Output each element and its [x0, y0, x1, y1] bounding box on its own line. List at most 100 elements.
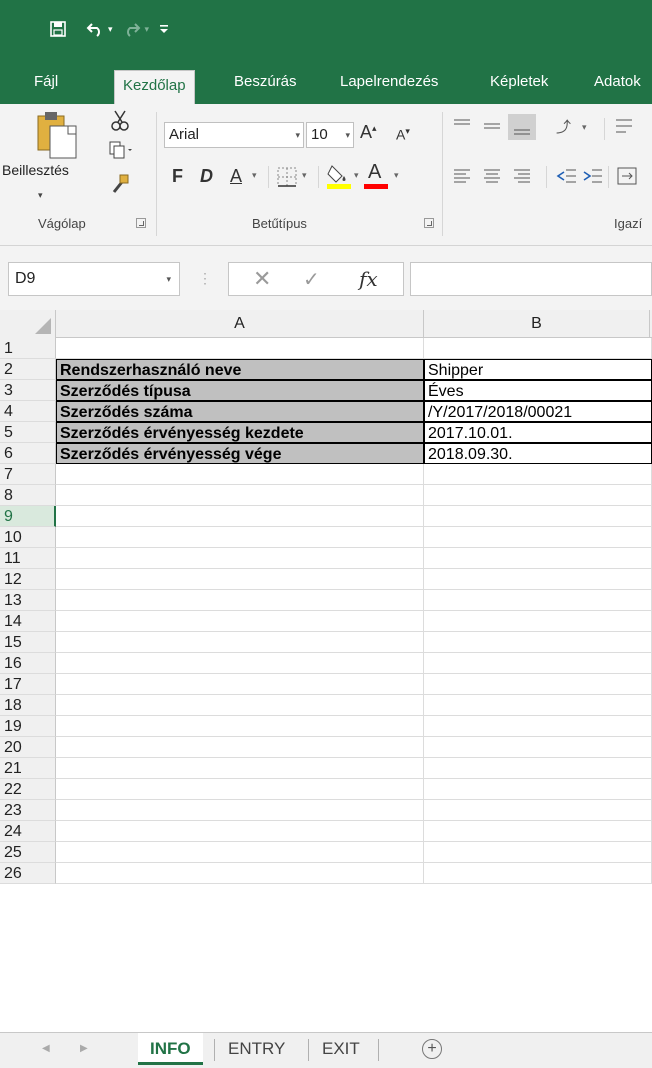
table-cell-a[interactable]: Szerződés száma	[56, 401, 424, 422]
table-cell-a[interactable]	[56, 716, 424, 737]
underline-button[interactable]: A	[230, 166, 242, 187]
row-header[interactable]: 10	[0, 527, 56, 548]
table-cell-a[interactable]	[56, 464, 424, 485]
paste-dropdown-icon[interactable]: ▾	[38, 190, 43, 201]
table-cell-a[interactable]	[56, 653, 424, 674]
table-cell-a[interactable]	[56, 863, 424, 884]
select-all-button[interactable]	[0, 310, 56, 338]
save-icon[interactable]	[50, 18, 66, 40]
table-cell-b[interactable]	[424, 527, 652, 548]
table-cell-a[interactable]	[56, 485, 424, 506]
clipboard-launcher-icon[interactable]	[136, 218, 146, 228]
table-cell-a[interactable]	[56, 632, 424, 653]
table-cell-a[interactable]	[56, 695, 424, 716]
undo-icon[interactable]	[86, 18, 104, 40]
row-header[interactable]: 13	[0, 590, 56, 611]
align-left-icon[interactable]	[452, 166, 472, 191]
row-header[interactable]: 14	[0, 611, 56, 632]
table-cell-a[interactable]	[56, 548, 424, 569]
table-cell-b[interactable]	[424, 590, 652, 611]
table-cell-b[interactable]	[424, 695, 652, 716]
table-cell-b[interactable]	[424, 611, 652, 632]
cancel-icon[interactable]: ✕	[253, 266, 271, 292]
redo-icon[interactable]	[123, 18, 141, 40]
align-middle-icon[interactable]	[482, 118, 502, 139]
table-cell-b[interactable]	[424, 632, 652, 653]
table-cell-a[interactable]: Szerződés érvényesség vége	[56, 443, 424, 464]
paste-button[interactable]: Beillesztés	[2, 162, 69, 178]
italic-button[interactable]: D	[200, 166, 213, 187]
table-cell-b[interactable]: Shipper	[424, 359, 652, 380]
sheet-tab-entry[interactable]: ENTRY	[216, 1033, 297, 1065]
table-cell-a[interactable]	[56, 569, 424, 590]
table-cell-a[interactable]: Szerződés érvényesség kezdete	[56, 422, 424, 443]
table-cell-b[interactable]	[424, 716, 652, 737]
row-header[interactable]: 6	[0, 443, 56, 464]
row-header[interactable]: 12	[0, 569, 56, 590]
tab-home[interactable]: Kezdőlap	[114, 70, 195, 104]
table-cell-a[interactable]: Rendszerhasználó neve	[56, 359, 424, 380]
row-header[interactable]: 17	[0, 674, 56, 695]
row-header[interactable]: 15	[0, 632, 56, 653]
table-cell-b[interactable]	[424, 485, 652, 506]
fill-color-icon[interactable]	[326, 162, 352, 195]
table-cell-b[interactable]	[424, 800, 652, 821]
align-center-icon[interactable]	[482, 166, 502, 191]
align-bottom-icon[interactable]	[508, 114, 536, 140]
row-header[interactable]: 7	[0, 464, 56, 485]
table-cell-a[interactable]	[56, 338, 424, 359]
borders-dropdown-icon[interactable]: ▾	[302, 170, 307, 181]
row-header[interactable]: 23	[0, 800, 56, 821]
enter-icon[interactable]: ✓	[303, 267, 320, 292]
table-cell-b[interactable]: 2018.09.30.	[424, 443, 652, 464]
font-color-dropdown-icon[interactable]: ▾	[394, 170, 399, 181]
table-cell-a[interactable]: Szerződés típusa	[56, 380, 424, 401]
table-cell-a[interactable]	[56, 590, 424, 611]
table-cell-b[interactable]: 2017.10.01.	[424, 422, 652, 443]
scroll-sheets-right-icon[interactable]: ▶	[80, 1043, 88, 1054]
table-cell-b[interactable]	[424, 506, 652, 527]
insert-function-button[interactable]: fx	[359, 267, 378, 291]
customize-icon[interactable]	[159, 18, 169, 40]
sheet-tab-exit[interactable]: EXIT	[310, 1033, 372, 1065]
format-painter-icon[interactable]	[110, 172, 130, 199]
table-cell-a[interactable]	[56, 506, 424, 527]
row-header[interactable]: 21	[0, 758, 56, 779]
row-header[interactable]: 4	[0, 401, 56, 422]
underline-dropdown-icon[interactable]: ▾	[252, 170, 257, 181]
redo-dropdown-icon[interactable]: ▾	[145, 24, 150, 35]
table-cell-b[interactable]	[424, 758, 652, 779]
table-cell-b[interactable]	[424, 779, 652, 800]
tab-page-layout[interactable]: Lapelrendezés	[332, 66, 446, 104]
borders-icon[interactable]	[276, 166, 298, 193]
table-cell-b[interactable]	[424, 842, 652, 863]
row-header[interactable]: 5	[0, 422, 56, 443]
table-cell-a[interactable]	[56, 842, 424, 863]
tab-formulas[interactable]: Képletek	[482, 66, 556, 104]
table-cell-a[interactable]	[56, 779, 424, 800]
font-name-combo[interactable]: Arial ▾	[164, 122, 304, 148]
row-header[interactable]: 8	[0, 485, 56, 506]
orientation-dropdown-icon[interactable]: ▾	[582, 122, 587, 133]
add-sheet-icon[interactable]: +	[422, 1039, 442, 1059]
table-cell-b[interactable]	[424, 569, 652, 590]
row-header[interactable]: 19	[0, 716, 56, 737]
row-header[interactable]: 9	[0, 506, 56, 527]
paste-icon[interactable]	[36, 110, 80, 163]
merge-center-icon[interactable]	[616, 166, 638, 191]
scroll-sheets-left-icon[interactable]: ◀	[42, 1043, 50, 1054]
table-cell-b[interactable]	[424, 338, 652, 359]
table-cell-b[interactable]	[424, 821, 652, 842]
decrease-indent-icon[interactable]	[556, 166, 578, 191]
row-header[interactable]: 16	[0, 653, 56, 674]
row-header[interactable]: 3	[0, 380, 56, 401]
table-cell-a[interactable]	[56, 737, 424, 758]
name-box[interactable]: D9 ▾	[8, 262, 180, 296]
orientation-icon[interactable]: ⤴	[556, 116, 571, 137]
table-cell-b[interactable]: Éves	[424, 380, 652, 401]
column-header-b[interactable]: B	[424, 310, 650, 338]
wrap-text-icon[interactable]	[614, 116, 634, 143]
table-cell-b[interactable]	[424, 863, 652, 884]
table-cell-a[interactable]	[56, 758, 424, 779]
table-cell-b[interactable]	[424, 737, 652, 758]
